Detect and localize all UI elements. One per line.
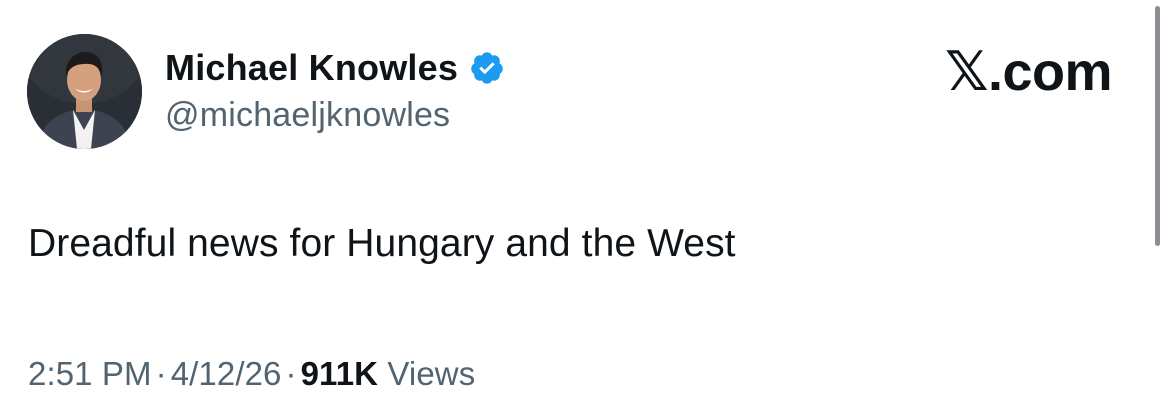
tweet-card: Michael Knowles @michaeljknowles 𝕏.com D… (0, 0, 1170, 419)
tweet-date[interactable]: 4/12/26 (171, 355, 282, 392)
x-com-logo: 𝕏.com (944, 42, 1113, 102)
verified-badge-icon (469, 50, 505, 86)
tweet-meta: 2:51 PM · 4/12/26 · 911K Views (28, 355, 475, 393)
views-count: 911K (300, 355, 379, 392)
tweet-text: Dreadful news for Hungary and the West (28, 222, 736, 265)
author-name-row: Michael Knowles (165, 46, 505, 90)
views-label: Views (387, 355, 476, 392)
author-name[interactable]: Michael Knowles (165, 47, 458, 89)
author-handle[interactable]: @michaeljknowles (165, 96, 450, 135)
scrollbar[interactable] (1155, 6, 1160, 246)
profile-photo-icon (27, 34, 142, 149)
meta-separator: · (155, 355, 167, 392)
avatar[interactable] (27, 34, 142, 149)
tweet-time[interactable]: 2:51 PM (28, 355, 152, 392)
meta-separator: · (285, 355, 297, 392)
